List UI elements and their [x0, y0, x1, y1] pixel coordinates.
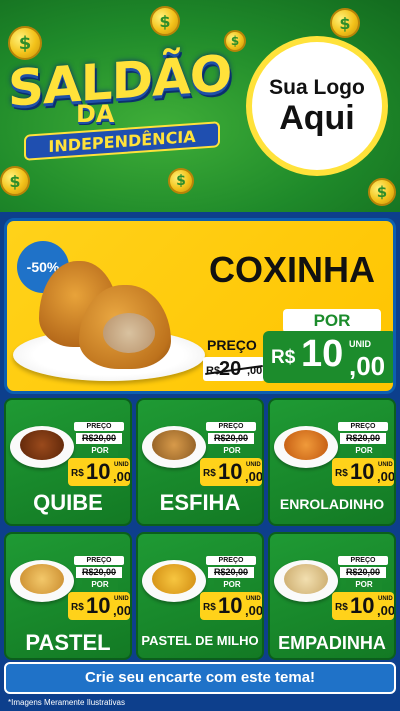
product-image [142, 420, 206, 470]
price-cents: ,00 [349, 351, 386, 381]
coin-icon: $ [168, 168, 194, 194]
coin-icon: $ [0, 166, 30, 196]
price-whole: 10 [301, 333, 344, 375]
old-price: R$20,00 [340, 433, 386, 444]
coin-icon: $ [150, 6, 180, 36]
disclaimer: *Imagens Meramente Ilustrativas [8, 698, 125, 707]
product-card-quibe[interactable]: PREÇO R$20,00 POR R$ 10 UNID ,00 QUIBE [4, 398, 132, 526]
price-whole: 10 [218, 593, 243, 618]
price-cents: ,00 [377, 603, 396, 618]
new-price: R$ 10 UNID ,00 [263, 331, 393, 383]
price-cents: ,00 [245, 469, 264, 484]
title-line-1: SALDÃO [8, 44, 232, 118]
product-image [274, 554, 338, 604]
price-unit: UNID [378, 462, 393, 468]
old-price: R$20,00 [208, 567, 254, 578]
old-price-label: PREÇO [207, 337, 257, 353]
old-price-label: PREÇO [206, 422, 256, 431]
price-currency: R$ [335, 468, 348, 479]
price-unit: UNID [349, 339, 371, 349]
price-cents: ,00 [113, 603, 132, 618]
product-name: PASTEL DE MILHO [141, 633, 259, 648]
new-price: R$ 10 UNID ,00 [200, 458, 262, 486]
price-unit: UNID [114, 596, 129, 602]
por-label: POR [214, 446, 250, 456]
hero-banner: $ $ $ $ $ $ $ SALDÃO DA INDEPENDÊNCIA Su… [0, 0, 400, 212]
old-price-label: PREÇO [338, 556, 388, 565]
price-currency: R$ [335, 602, 348, 613]
por-label: POR [82, 580, 118, 590]
price-currency: R$ [71, 602, 84, 613]
new-price: R$ 10 UNID ,00 [200, 592, 262, 620]
price-currency: R$ [71, 468, 84, 479]
product-name: PASTEL [25, 630, 111, 655]
new-price: R$ 10 UNID ,00 [68, 458, 130, 486]
price-unit: UNID [246, 462, 261, 468]
por-label: POR [82, 446, 118, 456]
product-image [10, 420, 74, 470]
old-price-label: PREÇO [74, 422, 124, 431]
campaign-title: SALDÃO DA INDEPENDÊNCIA [4, 44, 236, 162]
price-whole: 10 [86, 593, 111, 618]
new-price: R$ 10 UNID ,00 [332, 458, 394, 486]
old-price: R$ 20 ,00 [203, 357, 265, 381]
product-image [274, 420, 338, 470]
create-flyer-button[interactable]: Crie seu encarte com este tema! [4, 662, 396, 694]
price-cents: ,00 [113, 469, 132, 484]
price-currency: R$ [203, 468, 216, 479]
price-unit: UNID [378, 596, 393, 602]
new-price: R$ 10 UNID ,00 [332, 592, 394, 620]
product-name: ESFIHA [159, 490, 241, 515]
price-currency: R$ [203, 602, 216, 613]
price-whole: 10 [350, 459, 375, 484]
por-label: POR [346, 446, 382, 456]
price-whole: 10 [218, 459, 243, 484]
coin-icon: $ [330, 8, 360, 38]
logo-text-line-1: Sua Logo [269, 76, 365, 99]
product-name: QUIBE [33, 490, 103, 515]
old-price: R$20,00 [340, 567, 386, 578]
product-image [142, 554, 206, 604]
featured-product-card[interactable]: -50% COXINHA PREÇO R$ 20 ,00 POR R$ 10 U… [4, 218, 396, 394]
old-price: R$20,00 [76, 433, 122, 444]
por-label: POR [214, 580, 250, 590]
product-card-esfiha[interactable]: PREÇO R$20,00 POR R$ 10 UNID ,00 ESFIHA [136, 398, 264, 526]
old-price-label: PREÇO [74, 556, 124, 565]
product-card-pastel[interactable]: PREÇO R$20,00 POR R$ 10 UNID ,00 PASTEL [4, 532, 132, 660]
product-card-pastel-de-milho[interactable]: PREÇO R$20,00 POR R$ 10 UNID ,00 PASTEL … [136, 532, 264, 660]
title-line-3: INDEPENDÊNCIA [24, 121, 220, 161]
product-name: COXINHA [209, 249, 376, 290]
logo-text-line-2: Aqui [279, 99, 355, 137]
product-image [10, 554, 74, 604]
price-whole: 10 [350, 593, 375, 618]
price-cents: ,00 [377, 469, 396, 484]
old-price-label: PREÇO [206, 556, 256, 565]
new-price: R$ 10 UNID ,00 [68, 592, 130, 620]
por-label: POR [283, 309, 381, 333]
logo-placeholder[interactable]: Sua Logo Aqui [246, 36, 388, 176]
product-name: EMPADINHA [278, 633, 386, 653]
product-card-empadinha[interactable]: PREÇO R$20,00 POR R$ 10 UNID ,00 EMPADIN… [268, 532, 396, 660]
price-unit: UNID [246, 596, 261, 602]
old-price: R$20,00 [76, 567, 122, 578]
old-price: R$20,00 [208, 433, 254, 444]
coin-icon: $ [368, 178, 396, 206]
product-name: ENROLADINHO [279, 496, 385, 512]
price-cents: ,00 [245, 603, 264, 618]
por-label: POR [346, 580, 382, 590]
coxinha-filling-image [103, 313, 155, 353]
product-card-enroladinho[interactable]: PREÇO R$20,00 POR R$ 10 UNID ,00 ENROLAD… [268, 398, 396, 526]
price-unit: UNID [114, 462, 129, 468]
price-whole: 10 [86, 459, 111, 484]
price-currency: R$ [271, 347, 296, 368]
title-line-2: DA [76, 100, 115, 128]
old-price-label: PREÇO [338, 422, 388, 431]
